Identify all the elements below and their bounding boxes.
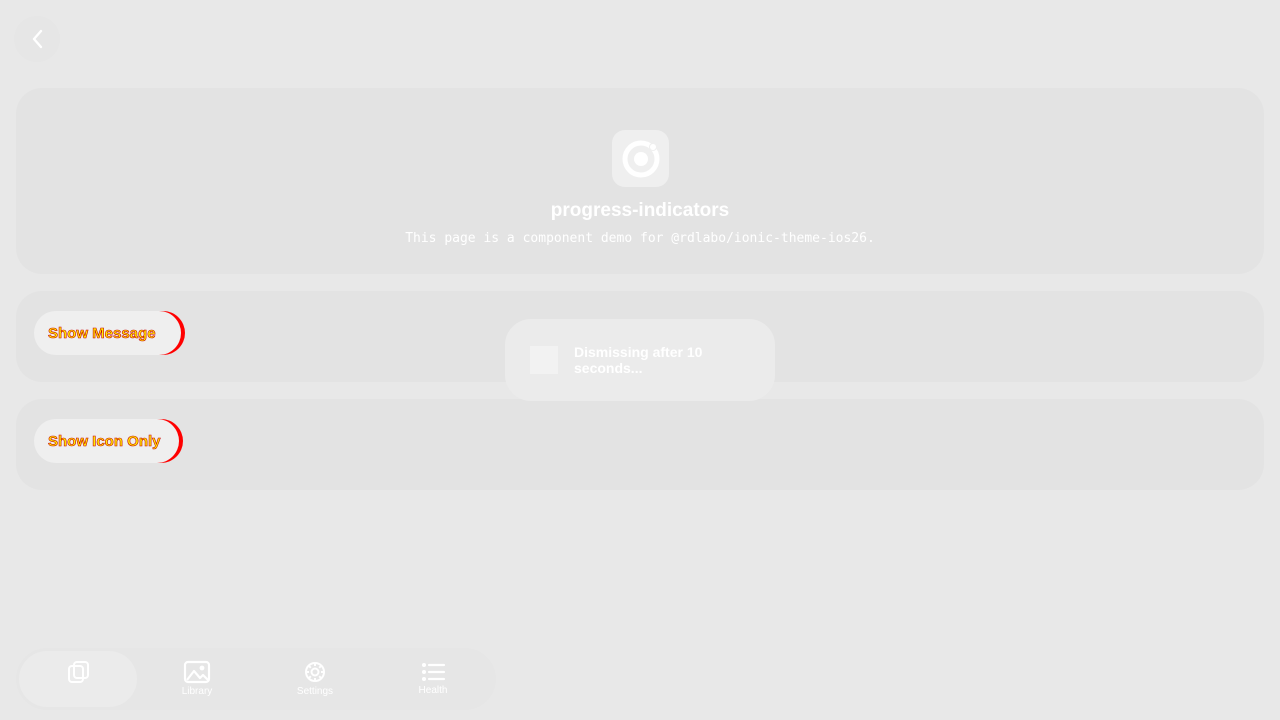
- icon-only-toast-card: Show Icon Only: [16, 399, 1264, 490]
- gear-icon: [305, 662, 325, 682]
- stack-icon: [68, 661, 89, 683]
- page: progress-indicators This page is a compo…: [0, 0, 1280, 720]
- chevron-left-icon: [32, 29, 43, 49]
- tab-label: Library: [181, 686, 213, 697]
- page-subtitle: This page is a component demo for @rdlab…: [405, 231, 875, 246]
- tab-library[interactable]: Library: [138, 648, 256, 710]
- back-button[interactable]: [14, 16, 60, 62]
- photos-icon: [183, 660, 211, 684]
- show-icon-only-button[interactable]: Show Icon Only: [34, 419, 179, 463]
- tab-label: Health: [418, 685, 448, 696]
- toast-message: Dismissing after 10 seconds...: [574, 344, 703, 376]
- hero-card: progress-indicators This page is a compo…: [16, 88, 1264, 274]
- tab-home[interactable]: [19, 651, 137, 707]
- list-icon: [422, 663, 446, 681]
- tab-label: Settings: [296, 686, 334, 697]
- tab-bar: Library Settings Health: [16, 648, 496, 710]
- tab-health[interactable]: Health: [374, 648, 492, 710]
- tab-settings[interactable]: Settings: [256, 648, 374, 710]
- show-message-button[interactable]: Show Message: [34, 311, 181, 355]
- page-title: progress-indicators: [550, 200, 730, 221]
- loading-spinner-icon: [530, 346, 558, 374]
- loading-toast: Dismissing after 10 seconds...: [505, 319, 775, 401]
- ionic-logo-icon: [612, 130, 669, 187]
